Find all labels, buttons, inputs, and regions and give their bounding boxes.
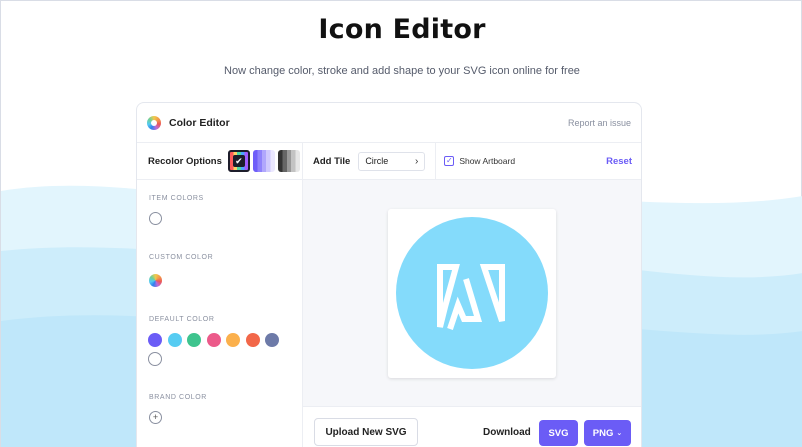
report-issue-link[interactable]: Report an issue xyxy=(568,118,631,128)
icon-preview xyxy=(396,217,548,369)
recolor-option-purple[interactable] xyxy=(252,150,275,172)
chevron-down-icon: ⌄ xyxy=(616,430,623,437)
recolor-option-multicolor[interactable]: ✔ xyxy=(227,150,250,172)
default-color-swatch[interactable] xyxy=(148,333,162,347)
editor-title: Color Editor xyxy=(169,116,230,129)
default-color-swatch[interactable] xyxy=(206,333,221,347)
default-color-swatch[interactable] xyxy=(187,333,201,347)
checkmark-icon: ✔ xyxy=(232,155,245,167)
recolor-options-label: Recolor Options xyxy=(148,155,222,167)
default-color-swatch[interactable] xyxy=(167,333,182,347)
editor-main: Add Tile Circle › ✓ Show Artboard Reset xyxy=(303,142,641,447)
recolor-option-gray[interactable] xyxy=(277,150,300,172)
reset-button[interactable]: Reset xyxy=(606,156,632,167)
color-wheel-icon xyxy=(147,115,161,130)
hero: Icon Editor Now change color, stroke and… xyxy=(1,1,802,77)
show-artboard-label: Show Artboard xyxy=(459,156,516,166)
show-artboard-checkbox[interactable]: ✓ xyxy=(444,156,455,166)
default-color-white-swatch[interactable] xyxy=(148,352,162,366)
color-editor-panel: Color Editor Report an issue Recolor Opt… xyxy=(136,102,642,447)
default-color-swatch[interactable] xyxy=(245,333,260,347)
tile-shape-value: Circle xyxy=(365,156,389,166)
chevron-right-icon: › xyxy=(414,155,419,167)
brand-color-label: BRAND COLOR xyxy=(149,394,207,401)
editor-header: Color Editor Report an issue xyxy=(137,103,641,143)
editor-footer: Upload New SVG Download SVG PNG ⌄ xyxy=(303,406,641,447)
custom-color-label: CUSTOM COLOR xyxy=(149,254,214,261)
toolbar-divider xyxy=(435,142,437,180)
show-artboard-toggle[interactable]: ✓ Show Artboard xyxy=(444,156,515,166)
default-color-label: DEFAULT COLOR xyxy=(149,316,215,323)
custom-color-picker-icon[interactable] xyxy=(149,274,162,287)
item-colors-label: ITEM COLORS xyxy=(149,195,204,202)
preview-canvas xyxy=(303,180,641,406)
page-subtitle: Now change color, stroke and add shape t… xyxy=(224,65,580,77)
default-color-swatch[interactable] xyxy=(226,333,240,347)
add-tile-label: Add Tile xyxy=(313,155,351,167)
png-label: PNG xyxy=(592,427,614,439)
tile-shape-select[interactable]: Circle › xyxy=(358,151,426,171)
download-png-button[interactable]: PNG ⌄ xyxy=(584,420,631,446)
page-title: Icon Editor xyxy=(318,14,486,45)
default-color-swatch[interactable] xyxy=(265,333,279,347)
add-brand-color-button[interactable]: + xyxy=(149,411,162,424)
icon-artboard xyxy=(388,209,556,378)
editor-toolbar: Add Tile Circle › ✓ Show Artboard Reset xyxy=(303,142,641,180)
download-label: Download xyxy=(483,427,531,438)
recolor-options-row: Recolor Options ✔ xyxy=(137,143,302,180)
color-sidebar: Recolor Options ✔ ITEM COLORS CUSTOM COL… xyxy=(137,143,303,447)
upload-new-svg-button[interactable]: Upload New SVG xyxy=(314,418,418,446)
item-color-white-swatch[interactable] xyxy=(149,212,162,225)
download-svg-button[interactable]: SVG xyxy=(539,420,578,446)
